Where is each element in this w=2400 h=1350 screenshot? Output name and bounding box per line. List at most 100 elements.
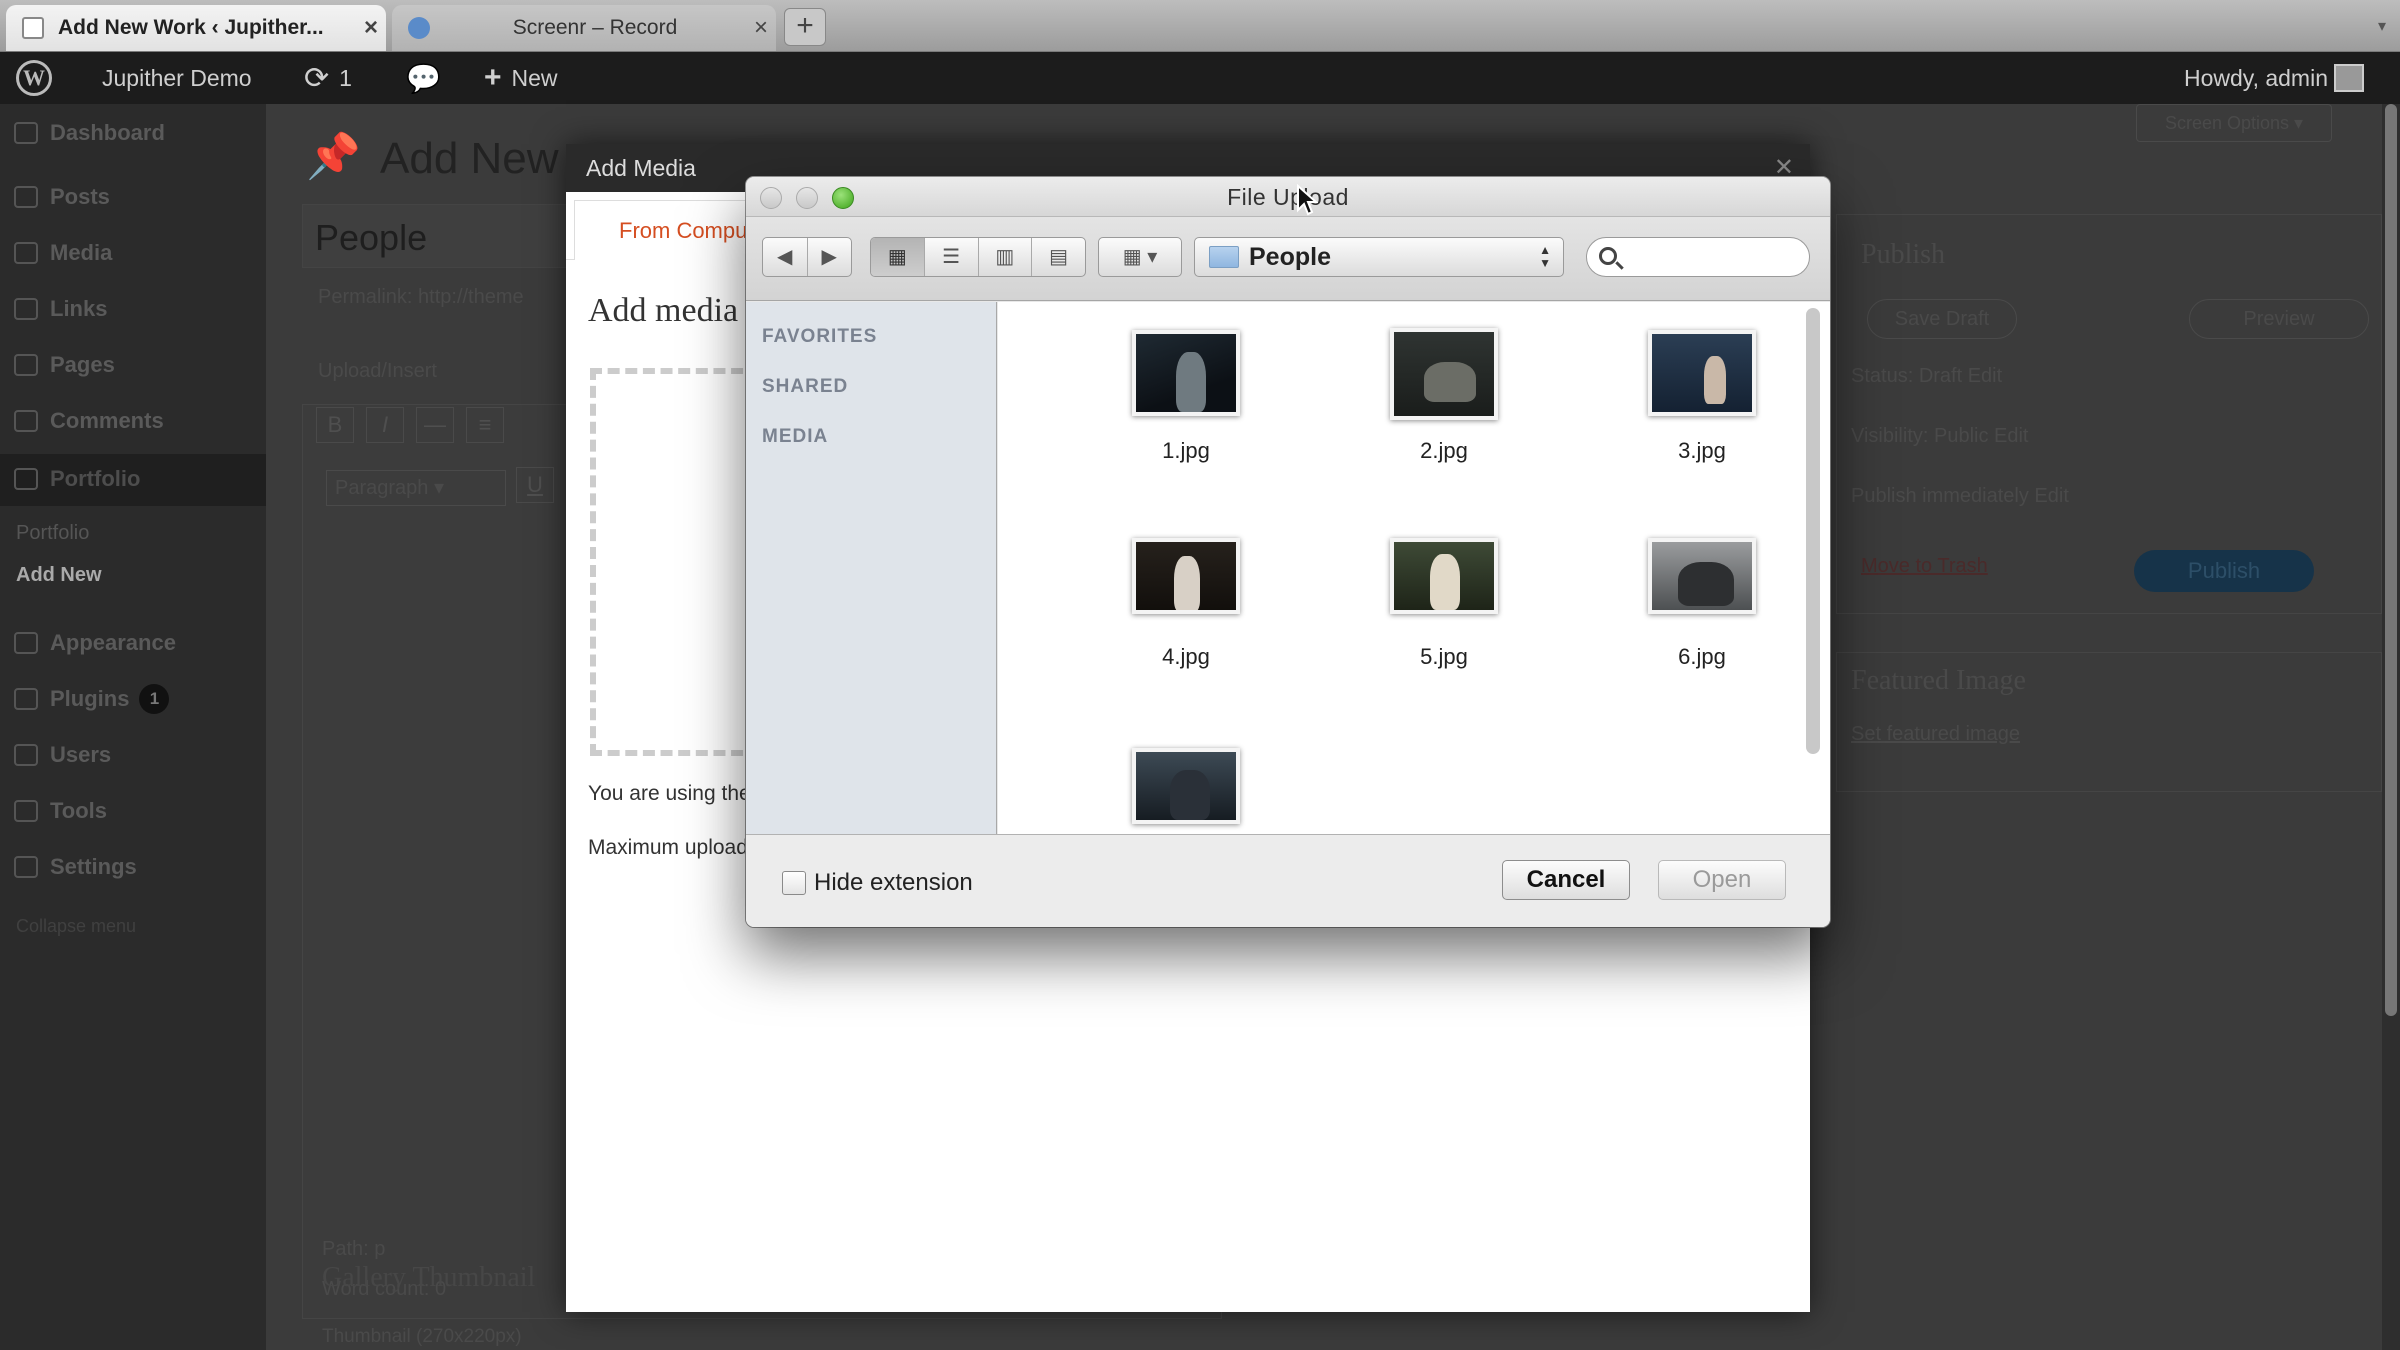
site-name-link[interactable]: Jupither Demo (102, 52, 252, 104)
dialog-footer: Hide extension Cancel Open (746, 834, 1830, 927)
preview-button[interactable]: Preview (2189, 299, 2369, 339)
page-title: Add New (380, 134, 559, 183)
sidebar-item-dashboard[interactable]: Dashboard (14, 120, 165, 146)
icon-view-icon[interactable]: ▦ (871, 238, 925, 276)
sidebar-section-shared[interactable]: SHARED (762, 376, 848, 398)
sidebar-item-comments[interactable]: Comments (14, 408, 164, 434)
tab-close-icon[interactable]: × (356, 14, 386, 42)
image-thumbnail (1648, 538, 1756, 614)
permalink-text: Permalink: http://theme (318, 286, 524, 308)
tab-close-icon[interactable]: × (746, 14, 776, 42)
submenu-item-portfolio[interactable]: Portfolio (16, 522, 89, 545)
media-icon (14, 242, 38, 264)
featured-image-box: Featured Image Set featured image (1836, 652, 2382, 792)
submenu-item-add-new[interactable]: Add New (16, 564, 102, 587)
wordpress-logo-icon[interactable]: W (16, 52, 56, 104)
file-name: 1.jpg (1162, 438, 1210, 463)
file-item[interactable]: 1.jpg (1086, 330, 1286, 464)
sidebar-item-label: Media (50, 240, 113, 265)
sidebar-item-tools[interactable]: Tools (14, 798, 107, 824)
post-title-value: People (315, 217, 428, 258)
hide-extension-checkbox[interactable] (782, 871, 806, 895)
sidebar-item-posts[interactable]: Posts (14, 184, 110, 210)
sidebar-item-media[interactable]: Media (14, 240, 112, 266)
tab-overflow-chevron-icon[interactable]: ▾ (2378, 16, 2386, 36)
featured-image-heading: Featured Image (1851, 665, 2026, 696)
view-mode-control: ▦ ☰ ▥ ▤ (870, 237, 1086, 277)
sidebar-item-label: Dashboard (50, 120, 165, 145)
cancel-button[interactable]: Cancel (1502, 860, 1630, 900)
page-scrollbar[interactable] (2382, 104, 2400, 1350)
sidebar-item-settings[interactable]: Settings (14, 854, 137, 880)
sidebar-item-appearance[interactable]: Appearance (14, 630, 176, 656)
pin-icon (14, 186, 38, 208)
sidebar-item-plugins[interactable]: Plugins 1 (14, 684, 170, 714)
upload-insert-label: Upload/Insert (318, 360, 437, 382)
image-thumbnail (1648, 330, 1756, 416)
browser-tab-screenr[interactable]: Screenr – Record × (392, 5, 776, 51)
new-tab-button[interactable]: + (784, 8, 826, 46)
folder-icon (1209, 246, 1239, 268)
howdy-user-link[interactable]: Howdy, admin (2184, 52, 2328, 104)
dialog-titlebar: File Upload (746, 177, 1830, 217)
list-button[interactable]: ≡ (466, 407, 504, 443)
tools-icon (14, 800, 38, 822)
set-featured-image-link[interactable]: Set featured image (1851, 723, 2020, 746)
file-item[interactable]: 3.jpg (1602, 330, 1802, 464)
file-list-scrollbar[interactable] (1806, 308, 1820, 754)
max-upload-text: Maximum upload (588, 836, 748, 859)
back-forward-control: ◀ ▶ (762, 237, 852, 277)
file-item[interactable]: 5.jpg (1344, 538, 1544, 670)
italic-button[interactable]: I (366, 407, 404, 443)
sidebar-section-favorites[interactable]: FAVORITES (762, 326, 877, 348)
sidebar-item-portfolio[interactable]: Portfolio (14, 466, 140, 492)
location-popup[interactable]: People ▲ ▼ (1194, 237, 1564, 277)
users-icon (14, 744, 38, 766)
publish-button[interactable]: Publish (2134, 550, 2314, 592)
file-item[interactable]: 6.jpg (1602, 538, 1802, 670)
add-new-pin-icon: 📌 (306, 132, 361, 181)
coverflow-view-icon[interactable]: ▤ (1032, 238, 1085, 276)
back-arrow-icon[interactable]: ◀ (763, 238, 808, 276)
open-button[interactable]: Open (1658, 860, 1786, 900)
collapse-menu-link[interactable]: Collapse menu (16, 916, 136, 937)
gallery-thumbnail-heading: Gallery Thumbnail (322, 1262, 536, 1293)
image-thumbnail (1132, 538, 1240, 614)
file-item[interactable]: 2.jpg (1344, 328, 1544, 464)
new-content-link[interactable]: + New (484, 52, 558, 104)
save-draft-button[interactable]: Save Draft (1867, 299, 2017, 339)
pages-icon (14, 354, 38, 376)
search-input[interactable] (1586, 237, 1810, 277)
sidebar-item-users[interactable]: Users (14, 742, 111, 768)
underline-button[interactable]: U (516, 467, 554, 503)
forward-arrow-icon[interactable]: ▶ (808, 238, 852, 276)
image-thumbnail (1132, 330, 1240, 416)
arrange-menu[interactable]: ▦ ▾ (1098, 237, 1182, 277)
page-scrollbar-thumb[interactable] (2385, 104, 2397, 1016)
tab-title: Add New Work ‹ Jupither... (58, 16, 324, 39)
mouse-pointer-icon (1296, 183, 1319, 221)
list-view-icon[interactable]: ☰ (925, 238, 979, 276)
bold-button[interactable]: B (316, 407, 354, 443)
move-to-trash-link[interactable]: Move to Trash (1861, 555, 1988, 578)
image-thumbnail (1132, 748, 1240, 824)
sidebar-item-links[interactable]: Links (14, 296, 107, 322)
sidebar-item-label: Settings (50, 854, 137, 879)
plus-icon: + (484, 61, 502, 94)
sidebar-section-media[interactable]: MEDIA (762, 426, 828, 448)
updates-link[interactable]: ⟳ 1 (304, 52, 352, 104)
wp-admin-sidebar: Dashboard Posts Media Links Pages Commen… (0, 104, 280, 1350)
file-name: 3.jpg (1678, 438, 1726, 463)
paragraph-select[interactable]: Paragraph ▾ (326, 470, 506, 506)
comments-bubble-icon[interactable]: 💬 (406, 52, 441, 104)
sidebar-item-pages[interactable]: Pages (14, 352, 115, 378)
column-view-icon[interactable]: ▥ (979, 238, 1033, 276)
image-thumbnail (1390, 538, 1498, 614)
strikethrough-button[interactable]: — (416, 407, 454, 443)
avatar[interactable] (2334, 64, 2364, 92)
publish-heading: Publish (1861, 239, 1946, 270)
browser-tab-active[interactable]: Add New Work ‹ Jupither... × (6, 5, 386, 51)
add-media-title: Add Media (586, 155, 696, 181)
file-item[interactable]: 4.jpg (1086, 538, 1286, 670)
screen-options-button[interactable]: Screen Options ▾ (2136, 104, 2332, 142)
